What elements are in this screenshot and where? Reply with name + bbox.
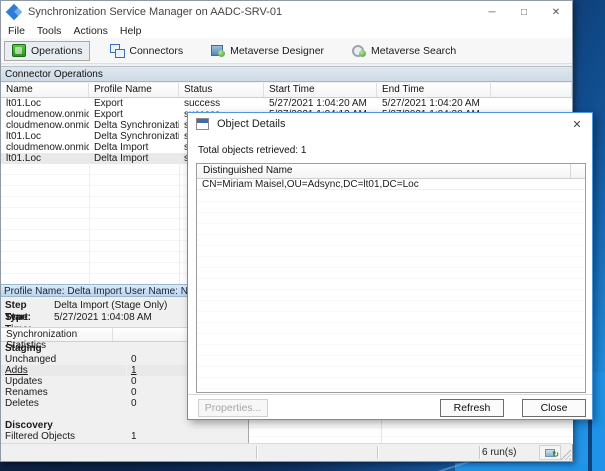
metaverse-search-button[interactable]: Metaverse Search xyxy=(344,41,464,61)
dn-list-item[interactable]: CN=Miriam Maisel,OU=Adsync,DC=lt01,DC=Lo… xyxy=(197,179,585,190)
stat-label: Staging xyxy=(1,343,126,354)
stat-row-filtered-objects: Filtered Objects 1 xyxy=(1,431,248,442)
menu-tools[interactable]: Tools xyxy=(31,25,68,37)
stat-label xyxy=(1,409,126,420)
operations-button[interactable]: Operations xyxy=(4,41,90,61)
menu-help[interactable]: Help xyxy=(114,25,148,37)
stat-label: Renames xyxy=(1,387,126,398)
stat-adds-link[interactable]: Adds xyxy=(1,365,126,376)
run-count-status: 6 run(s) xyxy=(482,444,516,461)
dialog-separator xyxy=(188,394,592,395)
cell-start: 5/27/2021 1:04:20 AM xyxy=(264,98,377,109)
sync-statistics-title: Synchronization Statistics xyxy=(1,328,113,341)
form-window-icon xyxy=(196,118,209,130)
cell-profile: Delta Synchronization xyxy=(89,131,179,142)
window-title: Synchronization Service Manager on AADC-… xyxy=(28,6,282,18)
cell-name: lt01.Loc xyxy=(1,98,89,109)
dialog-title: Object Details xyxy=(217,118,285,130)
dn-list-empty-area xyxy=(197,191,585,392)
stat-value xyxy=(126,420,225,431)
properties-button: Properties... xyxy=(198,399,268,417)
distinguished-name-list: Distinguished Name CN=Miriam Maisel,OU=A… xyxy=(196,163,586,393)
cell-name: cloudmenow.onmicros... xyxy=(1,142,89,153)
title-bar: Synchronization Service Manager on AADC-… xyxy=(1,1,572,23)
stat-label: Unchanged xyxy=(1,354,126,365)
total-objects-label: Total objects retrieved: 1 xyxy=(198,145,306,156)
stat-value: 1 xyxy=(126,431,225,442)
cell-profile: Export xyxy=(89,109,179,120)
stat-label: Filtered Objects xyxy=(1,431,126,442)
window-controls: ─ □ ✕ xyxy=(476,1,572,23)
connectors-icon xyxy=(110,44,124,57)
computer-sync-icon: ↻ xyxy=(539,445,561,460)
connectors-button[interactable]: Connectors xyxy=(102,41,191,61)
resize-grip[interactable] xyxy=(560,449,571,460)
minimize-button[interactable]: ─ xyxy=(476,1,508,23)
metaverse-designer-label: Metaverse Designer xyxy=(230,45,324,57)
metaverse-search-icon xyxy=(352,44,366,57)
cell-profile: Delta Import xyxy=(89,153,179,164)
column-header-end-time[interactable]: End Time xyxy=(377,83,491,97)
connector-operations-header: Connector Operations xyxy=(1,66,572,82)
desktop: { "window": { "title": "Synchronization … xyxy=(0,0,605,471)
menu-file[interactable]: File xyxy=(1,25,31,37)
dialog-close-action-button[interactable]: Close xyxy=(522,399,586,417)
cell-name: lt01.Loc xyxy=(1,131,89,142)
stat-label: Updates xyxy=(1,376,126,387)
wallpaper-logo-pane xyxy=(592,372,605,471)
operations-label: Operations xyxy=(31,45,82,57)
status-bar: 6 run(s) ↻ xyxy=(1,443,572,461)
column-header-status[interactable]: Status xyxy=(179,83,264,97)
start-time-label: Start Time: xyxy=(1,312,54,324)
column-header-distinguished-name[interactable]: Distinguished Name xyxy=(197,164,571,178)
metaverse-designer-button[interactable]: Metaverse Designer xyxy=(203,41,332,61)
cell-profile: Delta Synchronization xyxy=(89,120,179,131)
cell-profile: Delta Import xyxy=(89,142,179,153)
toolbar: Operations Connectors Metaverse Designer… xyxy=(1,38,572,64)
wallpaper-logo-pane xyxy=(455,463,588,471)
metaverse-search-label: Metaverse Search xyxy=(371,45,456,57)
menu-bar: File Tools Actions Help xyxy=(1,23,572,38)
operations-book-icon xyxy=(12,44,26,57)
maximize-button[interactable]: □ xyxy=(508,1,540,23)
dialog-close-button[interactable]: ✕ xyxy=(562,113,592,135)
app-sync-diamond-icon xyxy=(7,5,21,19)
cell-name: cloudmenow.onmicros... xyxy=(1,120,89,131)
stat-row-discovery: Discovery xyxy=(1,420,248,431)
dialog-title-bar: Object Details ✕ xyxy=(188,113,592,135)
column-header-name[interactable]: Name xyxy=(1,83,89,97)
metaverse-designer-icon xyxy=(211,44,225,57)
dn-header-spacer xyxy=(571,164,585,178)
cell-status: success xyxy=(179,98,264,109)
table-row[interactable]: lt01.Loc Export success 5/27/2021 1:04:2… xyxy=(1,98,572,109)
step-type-label: Step Type: xyxy=(1,300,54,312)
dn-list-header: Distinguished Name xyxy=(197,164,585,179)
stat-label: Deletes xyxy=(1,398,126,409)
cell-profile: Export xyxy=(89,98,179,109)
column-header-profile-name[interactable]: Profile Name xyxy=(89,83,179,97)
cell-name: lt01.Loc xyxy=(1,153,89,164)
cell-end: 5/27/2021 1:04:20 AM xyxy=(377,98,491,109)
connectors-label: Connectors xyxy=(129,45,183,57)
stat-label: Discovery xyxy=(1,420,126,431)
object-details-dialog: Object Details ✕ Total objects retrieved… xyxy=(187,112,593,420)
close-button[interactable]: ✕ xyxy=(540,1,572,23)
refresh-button[interactable]: Refresh xyxy=(440,399,504,417)
column-header-start-time[interactable]: Start Time xyxy=(264,83,377,97)
menu-actions[interactable]: Actions xyxy=(67,25,113,37)
operations-table-header: Name Profile Name Status Start Time End … xyxy=(1,83,572,98)
column-header-spacer xyxy=(491,83,572,97)
cell-name: cloudmenow.onmicros... xyxy=(1,109,89,120)
